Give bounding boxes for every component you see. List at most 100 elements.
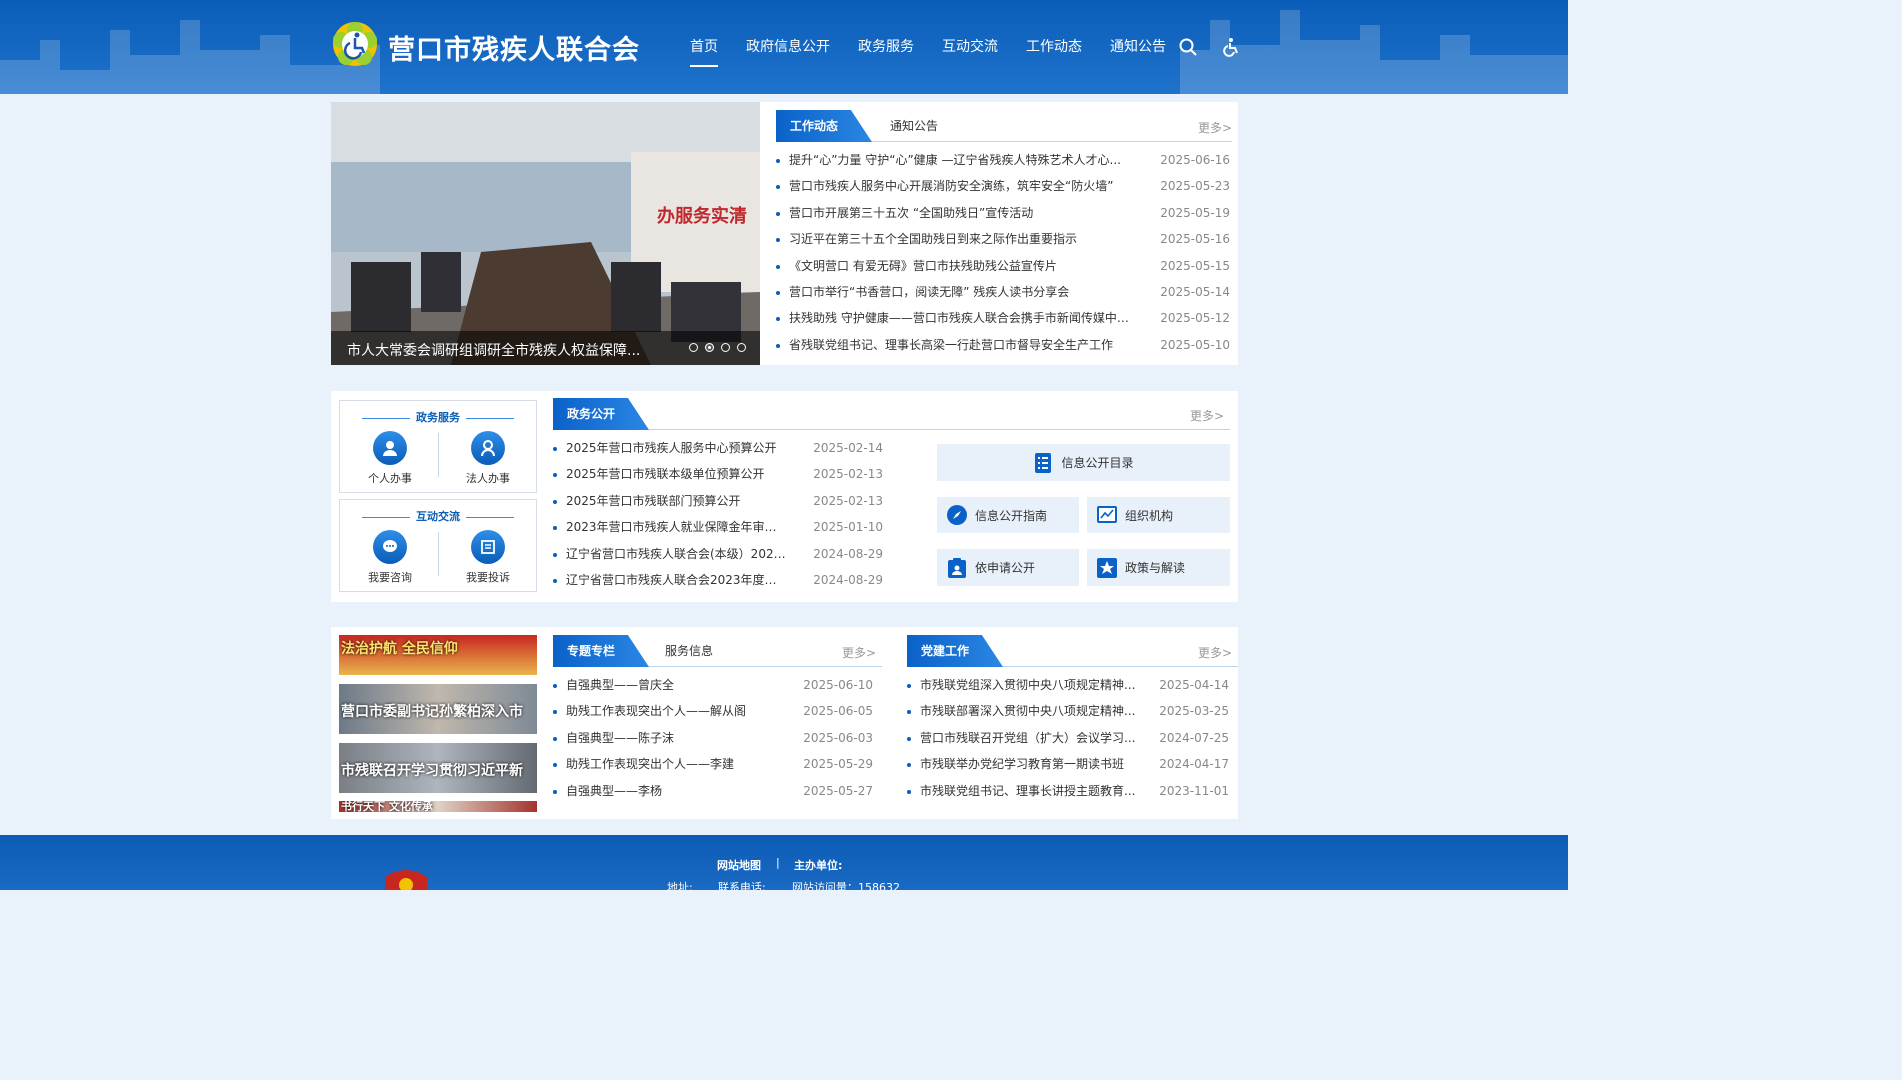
list-item[interactable]: 营口市举行“书香营口，阅读无障” 残疾人读书分享会 2025-05-14 — [776, 279, 1230, 305]
apply-disclosure-label: 依申请公开 — [975, 561, 1036, 575]
gov-open-more-link[interactable]: 更多> — [1190, 407, 1224, 424]
list-item[interactable]: 营口市残疾人服务中心开展消防安全演练，筑牢安全“防火墙” 2025-05-23 — [776, 173, 1230, 199]
nav-interaction[interactable]: 互动交流 — [942, 0, 998, 94]
personal-affairs-label: 个人办事 — [368, 472, 412, 485]
party-more-link[interactable]: 更多> — [1198, 644, 1232, 661]
site-header: 营口市残疾人联合会 首页 政府信息公开 政务服务 互动交流 工作动态 通知公告 — [0, 0, 1568, 94]
nav-home[interactable]: 首页 — [690, 0, 718, 94]
tab-service-info[interactable]: 服务信息 — [665, 635, 713, 667]
news-panel: 工作动态 通知公告 更多> 提升“心”力量 守护“心”健康 —辽宁省残疾人特殊艺… — [760, 102, 1238, 365]
divider — [438, 433, 439, 477]
search-icon[interactable] — [1178, 37, 1198, 57]
special-more-link[interactable]: 更多> — [842, 644, 876, 661]
complain-label: 我要投诉 — [466, 571, 510, 584]
gov-service-box: 政务服务 个人办事 法人办事 — [339, 400, 537, 493]
list-item[interactable]: 助残工作表现突出个人——解从阁 2025-06-05 — [553, 698, 873, 724]
banner-secretary-text: 营口市委副书记孙繁柏深入市 — [341, 704, 523, 720]
slider-dots — [682, 343, 746, 352]
list-item[interactable]: 提升“心”力量 守护“心”健康 —辽宁省残疾人特殊艺术人才心... 2025-06… — [776, 147, 1230, 173]
list-item[interactable]: 助残工作表现突出个人——李建 2025-05-29 — [553, 751, 873, 777]
org-structure-button[interactable]: 组织机构 — [1087, 497, 1230, 533]
list-item[interactable]: 自强典型——陈子沫 2025-06-03 — [553, 725, 873, 751]
info-guide-label: 信息公开指南 — [975, 508, 1048, 523]
list-item[interactable]: 市残联部署深入贯彻中央八项规定精神... 2025-03-25 — [907, 698, 1229, 724]
gov-open-tabbar: 政务公开 更多> — [553, 398, 1230, 430]
news-more-link[interactable]: 更多> — [1198, 119, 1232, 136]
complain-button[interactable]: 我要投诉 — [448, 530, 528, 585]
org-structure-label: 组织机构 — [1125, 508, 1174, 523]
site-footer: 网站地图 | 主办单位: 地址: 联系电话: 网站访问量：158632 — [0, 835, 1568, 890]
list-item[interactable]: 2025年营口市残联部门预算公开 2025-02-13 — [553, 488, 883, 514]
sponsor-label: 主办单位: — [794, 859, 843, 872]
corporate-icon — [471, 431, 505, 465]
gov-service-title: 政务服务 — [340, 409, 536, 425]
list-item[interactable]: 扶残助残 守护健康——营口市残疾人联合会携手市新闻传媒中心... 2025-05-… — [776, 305, 1230, 331]
slider-dot-4[interactable] — [737, 343, 746, 352]
corporate-affairs-button[interactable]: 法人办事 — [448, 431, 528, 486]
policy-interpretation-label: 政策与解读 — [1125, 561, 1186, 575]
tab-work-news[interactable]: 工作动态 — [776, 110, 872, 142]
special-tabbar: 专题专栏 服务信息 更多> — [553, 635, 882, 667]
sitemap-link[interactable]: 网站地图 — [717, 857, 761, 873]
complaint-icon — [471, 530, 505, 564]
site-title: 营口市残疾人联合会 — [388, 35, 640, 66]
news-tabbar: 工作动态 通知公告 更多> — [776, 110, 1232, 142]
disabled-federation-logo[interactable] — [331, 20, 379, 68]
banner-secretary[interactable]: 营口市委副书记孙繁柏深入市 — [339, 684, 537, 734]
list-item[interactable]: 市残联党组深入贯彻中央八项规定精神... 2025-04-14 — [907, 672, 1229, 698]
list-item[interactable]: 《文明营口 有爱无碍》营口市扶残助残公益宣传片 2025-05-15 — [776, 253, 1230, 279]
address-label: 地址: — [667, 881, 693, 890]
info-catalog-label: 信息公开目录 — [1061, 456, 1134, 470]
list-item[interactable]: 2023年营口市残疾人就业保障金年审明... 2025-01-10 — [553, 514, 883, 540]
tab-notices[interactable]: 通知公告 — [890, 110, 938, 142]
list-item[interactable]: 营口市残联召开党组（扩大）会议学习... 2024-07-25 — [907, 725, 1229, 751]
info-guide-button[interactable]: 信息公开指南 — [937, 497, 1079, 533]
footer-separator: | — [776, 856, 780, 869]
person-icon — [373, 431, 407, 465]
slide-caption-bar: 市人大常委会调研组调研全市残疾人权益保障... — [331, 331, 760, 365]
news-slider[interactable]: 办服务实清 市人大常委会调研组调研全市残疾人权益保障... — [331, 102, 760, 365]
list-item[interactable]: 自强典型——李杨 2025-05-27 — [553, 778, 873, 804]
list-item[interactable]: 辽宁省营口市残疾人联合会(本级）2023... 2024-08-29 — [553, 541, 883, 567]
slider-dot-3[interactable] — [721, 343, 730, 352]
list-item[interactable]: 市残联举办党纪学习教育第一期读书班 2024-04-17 — [907, 751, 1229, 777]
list-item[interactable]: 营口市开展第三十五次 “全国助残日”宣传活动 2025-05-19 — [776, 200, 1230, 226]
list-item[interactable]: 自强典型——曾庆全 2025-06-10 — [553, 672, 873, 698]
list-item[interactable]: 2025年营口市残疾人服务中心预算公开 2025-02-14 — [553, 435, 883, 461]
slide-photo-banner-text: 办服务实清 — [657, 205, 747, 227]
visit-count: 网站访问量：158632 — [792, 881, 900, 890]
banner-study[interactable]: 市残联召开学习贯彻习近平新 — [339, 743, 537, 793]
nav-gov-service[interactable]: 政务服务 — [858, 0, 914, 94]
party-list: 市残联党组深入贯彻中央八项规定精神... 2025-04-14 市残联部署深入贯彻… — [907, 672, 1229, 804]
tab-special-column[interactable]: 专题专栏 — [553, 635, 649, 667]
slider-dot-2[interactable] — [705, 343, 714, 352]
personal-affairs-button[interactable]: 个人办事 — [350, 431, 430, 486]
banner-culture[interactable]: 书行天下 文化传承 — [339, 801, 537, 812]
slide-caption[interactable]: 市人大常委会调研组调研全市残疾人权益保障... — [347, 340, 640, 360]
accessibility-icon[interactable] — [1221, 37, 1241, 57]
consult-button[interactable]: 我要咨询 — [350, 530, 430, 585]
policy-interpretation-button[interactable]: 政策与解读 — [1087, 549, 1230, 586]
tab-party-work[interactable]: 党建工作 — [907, 635, 1003, 667]
clipboard-icon — [947, 557, 967, 578]
list-item[interactable]: 省残联党组书记、理事长高梁一行赴营口市督导安全生产工作 2025-05-10 — [776, 332, 1230, 358]
compass-icon — [947, 505, 967, 525]
list-item[interactable]: 习近平在第三十五个全国助残日到来之际作出重要指示 2025-05-16 — [776, 226, 1230, 252]
special-list: 自强典型——曾庆全 2025-06-10 助残工作表现突出个人——解从阁 2025-… — [553, 672, 873, 804]
info-catalog-button[interactable]: 信息公开目录 — [937, 444, 1230, 481]
apply-disclosure-button[interactable]: 依申请公开 — [937, 549, 1079, 586]
slider-dot-1[interactable] — [689, 343, 698, 352]
corporate-affairs-label: 法人办事 — [466, 472, 510, 485]
tab-gov-open[interactable]: 政务公开 — [553, 398, 649, 430]
list-item[interactable]: 2025年营口市残联本级单位预算公开 2025-02-13 — [553, 461, 883, 487]
list-icon — [1033, 452, 1053, 473]
interaction-title: 互动交流 — [340, 508, 536, 524]
nav-gov-info[interactable]: 政府信息公开 — [746, 0, 830, 94]
gov-open-list: 2025年营口市残疾人服务中心预算公开 2025-02-14 2025年营口市残联… — [553, 435, 883, 593]
party-tabbar: 党建工作 更多> — [907, 635, 1238, 667]
nav-notices[interactable]: 通知公告 — [1110, 0, 1166, 94]
list-item[interactable]: 市残联党组书记、理事长讲授主题教育... 2023-11-01 — [907, 778, 1229, 804]
banner-law[interactable]: 法治护航 全民信仰 — [339, 635, 537, 675]
list-item[interactable]: 辽宁省营口市残疾人联合会2023年度部... 2024-08-29 — [553, 567, 883, 593]
nav-work-news[interactable]: 工作动态 — [1026, 0, 1082, 94]
